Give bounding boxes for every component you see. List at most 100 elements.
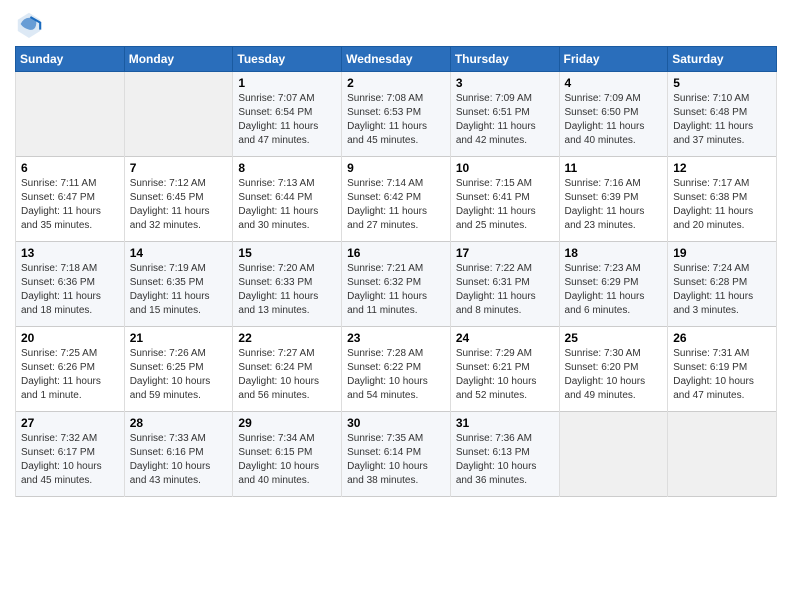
day-info: Sunrise: 7:21 AM Sunset: 6:32 PM Dayligh… bbox=[347, 262, 445, 318]
day-number: 16 bbox=[347, 246, 445, 260]
day-info: Sunrise: 7:16 AM Sunset: 6:39 PM Dayligh… bbox=[565, 177, 663, 233]
day-number: 4 bbox=[565, 76, 663, 90]
day-info: Sunrise: 7:07 AM Sunset: 6:54 PM Dayligh… bbox=[238, 92, 336, 148]
calendar-cell: 24 Sunrise: 7:29 AM Sunset: 6:21 PM Dayli… bbox=[450, 327, 559, 412]
calendar-cell: 18 Sunrise: 7:23 AM Sunset: 6:29 PM Dayli… bbox=[559, 242, 668, 327]
calendar-cell: 9 Sunrise: 7:14 AM Sunset: 6:42 PM Daylig… bbox=[342, 157, 451, 242]
day-info: Sunrise: 7:11 AM Sunset: 6:47 PM Dayligh… bbox=[21, 177, 119, 233]
day-info: Sunrise: 7:29 AM Sunset: 6:21 PM Dayligh… bbox=[456, 347, 554, 403]
day-info: Sunrise: 7:36 AM Sunset: 6:13 PM Dayligh… bbox=[456, 432, 554, 488]
weekday-header: Wednesday bbox=[342, 47, 451, 72]
calendar-cell bbox=[124, 72, 233, 157]
day-number: 8 bbox=[238, 161, 336, 175]
calendar-cell: 28 Sunrise: 7:33 AM Sunset: 6:16 PM Dayli… bbox=[124, 412, 233, 497]
day-number: 25 bbox=[565, 331, 663, 345]
day-number: 6 bbox=[21, 161, 119, 175]
calendar-cell: 7Sunrise: 7:12 AM Sunset: 6:45 PM Daylig… bbox=[124, 157, 233, 242]
calendar-cell: 11 Sunrise: 7:16 AM Sunset: 6:39 PM Dayli… bbox=[559, 157, 668, 242]
day-number: 5 bbox=[673, 76, 771, 90]
calendar-cell: 14Sunrise: 7:19 AM Sunset: 6:35 PM Dayli… bbox=[124, 242, 233, 327]
day-info: Sunrise: 7:22 AM Sunset: 6:31 PM Dayligh… bbox=[456, 262, 554, 318]
day-number: 21 bbox=[130, 331, 228, 345]
day-info: Sunrise: 7:32 AM Sunset: 6:17 PM Dayligh… bbox=[21, 432, 119, 488]
day-info: Sunrise: 7:19 AM Sunset: 6:35 PM Dayligh… bbox=[130, 262, 228, 318]
day-info: Sunrise: 7:34 AM Sunset: 6:15 PM Dayligh… bbox=[238, 432, 336, 488]
day-info: Sunrise: 7:33 AM Sunset: 6:16 PM Dayligh… bbox=[130, 432, 228, 488]
day-info: Sunrise: 7:09 AM Sunset: 6:51 PM Dayligh… bbox=[456, 92, 554, 148]
calendar-cell: 17 Sunrise: 7:22 AM Sunset: 6:31 PM Dayli… bbox=[450, 242, 559, 327]
day-number: 11 bbox=[565, 161, 663, 175]
calendar-cell bbox=[559, 412, 668, 497]
day-info: Sunrise: 7:15 AM Sunset: 6:41 PM Dayligh… bbox=[456, 177, 554, 233]
day-number: 13 bbox=[21, 246, 119, 260]
day-number: 26 bbox=[673, 331, 771, 345]
day-info: Sunrise: 7:10 AM Sunset: 6:48 PM Dayligh… bbox=[673, 92, 771, 148]
calendar-cell bbox=[16, 72, 125, 157]
calendar-cell: 19Sunrise: 7:24 AM Sunset: 6:28 PM Dayli… bbox=[668, 242, 777, 327]
weekday-header: Thursday bbox=[450, 47, 559, 72]
header-row: SundayMondayTuesdayWednesdayThursdayFrid… bbox=[16, 47, 777, 72]
day-number: 20 bbox=[21, 331, 119, 345]
day-info: Sunrise: 7:13 AM Sunset: 6:44 PM Dayligh… bbox=[238, 177, 336, 233]
day-number: 27 bbox=[21, 416, 119, 430]
calendar-table: SundayMondayTuesdayWednesdayThursdayFrid… bbox=[15, 46, 777, 497]
day-info: Sunrise: 7:27 AM Sunset: 6:24 PM Dayligh… bbox=[238, 347, 336, 403]
day-number: 9 bbox=[347, 161, 445, 175]
page-container: SundayMondayTuesdayWednesdayThursdayFrid… bbox=[0, 0, 792, 507]
calendar-cell: 5 Sunrise: 7:10 AM Sunset: 6:48 PM Daylig… bbox=[668, 72, 777, 157]
day-number: 18 bbox=[565, 246, 663, 260]
weekday-header: Tuesday bbox=[233, 47, 342, 72]
day-number: 2 bbox=[347, 76, 445, 90]
day-info: Sunrise: 7:17 AM Sunset: 6:38 PM Dayligh… bbox=[673, 177, 771, 233]
week-row: 1Sunrise: 7:07 AM Sunset: 6:54 PM Daylig… bbox=[16, 72, 777, 157]
page-header bbox=[15, 10, 777, 38]
calendar-cell: 29 Sunrise: 7:34 AM Sunset: 6:15 PM Dayli… bbox=[233, 412, 342, 497]
calendar-cell: 22 Sunrise: 7:27 AM Sunset: 6:24 PM Dayli… bbox=[233, 327, 342, 412]
day-info: Sunrise: 7:35 AM Sunset: 6:14 PM Dayligh… bbox=[347, 432, 445, 488]
calendar-cell: 3 Sunrise: 7:09 AM Sunset: 6:51 PM Daylig… bbox=[450, 72, 559, 157]
calendar-cell: 1Sunrise: 7:07 AM Sunset: 6:54 PM Daylig… bbox=[233, 72, 342, 157]
day-number: 17 bbox=[456, 246, 554, 260]
week-row: 13 Sunrise: 7:18 AM Sunset: 6:36 PM Dayli… bbox=[16, 242, 777, 327]
calendar-cell: 8 Sunrise: 7:13 AM Sunset: 6:44 PM Daylig… bbox=[233, 157, 342, 242]
day-info: Sunrise: 7:26 AM Sunset: 6:25 PM Dayligh… bbox=[130, 347, 228, 403]
calendar-cell: 16 Sunrise: 7:21 AM Sunset: 6:32 PM Dayli… bbox=[342, 242, 451, 327]
calendar-cell: 20 Sunrise: 7:25 AM Sunset: 6:26 PM Dayli… bbox=[16, 327, 125, 412]
day-info: Sunrise: 7:28 AM Sunset: 6:22 PM Dayligh… bbox=[347, 347, 445, 403]
day-number: 24 bbox=[456, 331, 554, 345]
day-number: 10 bbox=[456, 161, 554, 175]
day-info: Sunrise: 7:09 AM Sunset: 6:50 PM Dayligh… bbox=[565, 92, 663, 148]
day-info: Sunrise: 7:30 AM Sunset: 6:20 PM Dayligh… bbox=[565, 347, 663, 403]
day-number: 7 bbox=[130, 161, 228, 175]
day-number: 15 bbox=[238, 246, 336, 260]
day-number: 3 bbox=[456, 76, 554, 90]
calendar-cell: 30 Sunrise: 7:35 AM Sunset: 6:14 PM Dayli… bbox=[342, 412, 451, 497]
day-number: 30 bbox=[347, 416, 445, 430]
calendar-cell bbox=[668, 412, 777, 497]
day-number: 28 bbox=[130, 416, 228, 430]
day-info: Sunrise: 7:23 AM Sunset: 6:29 PM Dayligh… bbox=[565, 262, 663, 318]
day-number: 31 bbox=[456, 416, 554, 430]
calendar-cell: 27 Sunrise: 7:32 AM Sunset: 6:17 PM Dayli… bbox=[16, 412, 125, 497]
calendar-cell: 10 Sunrise: 7:15 AM Sunset: 6:41 PM Dayli… bbox=[450, 157, 559, 242]
calendar-cell: 12 Sunrise: 7:17 AM Sunset: 6:38 PM Dayli… bbox=[668, 157, 777, 242]
calendar-cell: 15Sunrise: 7:20 AM Sunset: 6:33 PM Dayli… bbox=[233, 242, 342, 327]
calendar-cell: 26Sunrise: 7:31 AM Sunset: 6:19 PM Dayli… bbox=[668, 327, 777, 412]
calendar-cell: 4 Sunrise: 7:09 AM Sunset: 6:50 PM Daylig… bbox=[559, 72, 668, 157]
day-info: Sunrise: 7:18 AM Sunset: 6:36 PM Dayligh… bbox=[21, 262, 119, 318]
weekday-header: Friday bbox=[559, 47, 668, 72]
logo-icon bbox=[15, 10, 43, 38]
week-row: 27 Sunrise: 7:32 AM Sunset: 6:17 PM Dayli… bbox=[16, 412, 777, 497]
day-number: 23 bbox=[347, 331, 445, 345]
week-row: 6 Sunrise: 7:11 AM Sunset: 6:47 PM Daylig… bbox=[16, 157, 777, 242]
calendar-cell: 13 Sunrise: 7:18 AM Sunset: 6:36 PM Dayli… bbox=[16, 242, 125, 327]
day-info: Sunrise: 7:08 AM Sunset: 6:53 PM Dayligh… bbox=[347, 92, 445, 148]
weekday-header: Saturday bbox=[668, 47, 777, 72]
day-info: Sunrise: 7:14 AM Sunset: 6:42 PM Dayligh… bbox=[347, 177, 445, 233]
calendar-cell: 2 Sunrise: 7:08 AM Sunset: 6:53 PM Daylig… bbox=[342, 72, 451, 157]
day-info: Sunrise: 7:25 AM Sunset: 6:26 PM Dayligh… bbox=[21, 347, 119, 403]
weekday-header: Monday bbox=[124, 47, 233, 72]
day-number: 29 bbox=[238, 416, 336, 430]
day-number: 22 bbox=[238, 331, 336, 345]
day-number: 12 bbox=[673, 161, 771, 175]
